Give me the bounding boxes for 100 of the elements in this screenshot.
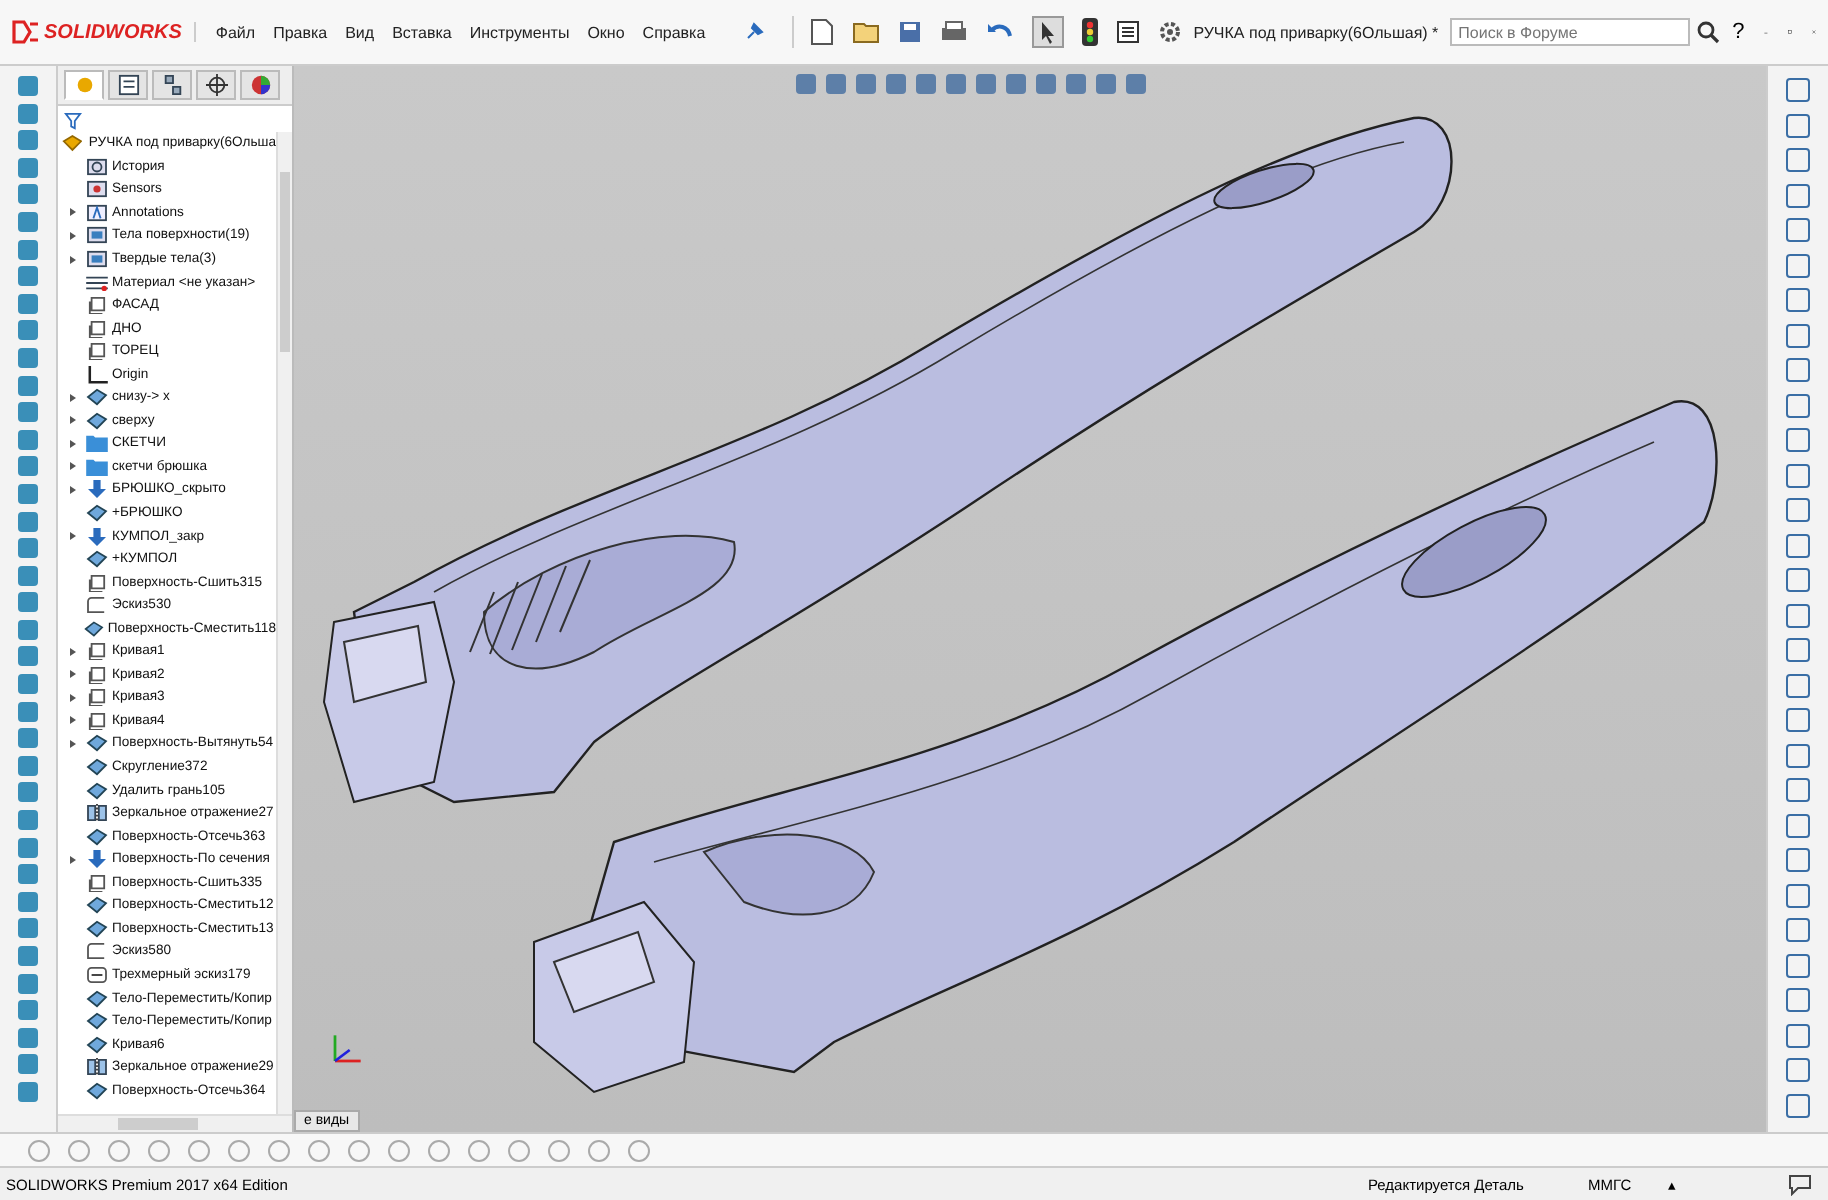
command-icon[interactable] [18,782,38,803]
filter-icon[interactable] [64,112,82,130]
command-icon[interactable] [18,864,38,885]
tool-icon[interactable] [1786,393,1810,417]
menu-item[interactable]: Вид [345,23,375,41]
command-icon[interactable] [18,130,38,151]
expand-arrow-icon[interactable] [69,231,75,240]
command-icon[interactable] [18,293,38,314]
command-icon[interactable] [18,701,38,722]
sketch-tool-icon[interactable] [228,1139,250,1161]
settings-icon[interactable] [1157,20,1182,44]
command-icon[interactable] [18,375,38,396]
chat-icon[interactable] [1788,1172,1812,1196]
file-properties-icon[interactable] [1115,20,1140,44]
tool-icon[interactable] [1786,673,1810,697]
tool-icon[interactable] [1786,1058,1810,1082]
tool-icon[interactable] [1786,568,1810,592]
new-document-icon[interactable] [809,18,834,46]
command-icon[interactable] [18,837,38,858]
print-icon[interactable] [939,20,968,44]
command-icon[interactable] [18,891,38,912]
expand-arrow-icon[interactable] [69,716,75,725]
command-icon[interactable] [18,973,38,994]
tool-icon[interactable] [1786,288,1810,312]
expand-arrow-icon[interactable] [69,855,75,864]
expand-arrow-icon[interactable] [69,416,75,425]
sketch-tool-icon[interactable] [548,1139,570,1161]
tool-icon[interactable] [1786,603,1810,627]
sketch-tool-icon[interactable] [348,1139,370,1161]
command-icon[interactable] [18,76,38,96]
pin-icon[interactable] [743,22,764,42]
command-icon[interactable] [18,538,38,559]
help-button[interactable]: ? [1732,20,1745,44]
command-icon[interactable] [18,184,38,205]
command-icon[interactable] [18,103,38,124]
tool-icon[interactable] [1786,638,1810,662]
tool-icon[interactable] [1786,253,1810,277]
sketch-tool-icon[interactable] [108,1139,130,1161]
command-icon[interactable] [18,755,38,776]
tool-icon[interactable] [1786,778,1810,802]
tool-icon[interactable] [1786,183,1810,207]
menu-item[interactable]: Инструменты [469,23,570,41]
expand-arrow-icon[interactable] [69,208,75,217]
tool-icon[interactable] [1786,708,1810,732]
expand-arrow-icon[interactable] [69,532,75,541]
expand-arrow-icon[interactable] [69,462,75,471]
command-icon[interactable] [18,565,38,586]
sketch-tool-icon[interactable] [428,1139,450,1161]
command-icon[interactable] [18,429,38,450]
expand-arrow-icon[interactable] [69,693,75,702]
tool-icon[interactable] [1786,113,1810,137]
command-icon[interactable] [18,456,38,477]
sketch-tool-icon[interactable] [28,1139,50,1161]
tool-icon[interactable] [1786,533,1810,557]
tool-icon[interactable] [1786,148,1810,172]
command-icon[interactable] [18,646,38,667]
tool-icon[interactable] [1786,743,1810,767]
command-icon[interactable] [18,1000,38,1021]
tool-icon[interactable] [1786,78,1810,102]
panel-tab[interactable] [108,70,148,100]
command-icon[interactable] [18,402,38,423]
tool-icon[interactable] [1786,1023,1810,1047]
sketch-tool-icon[interactable] [468,1139,490,1161]
tool-icon[interactable] [1786,323,1810,347]
sketch-tool-icon[interactable] [508,1139,530,1161]
command-icon[interactable] [18,1081,38,1102]
command-icon[interactable] [18,674,38,695]
command-icon[interactable] [18,946,38,966]
command-icon[interactable] [18,511,38,531]
menu-item[interactable]: Справка [642,23,706,41]
search-icon[interactable] [1696,20,1721,44]
expand-arrow-icon[interactable] [69,393,75,402]
expand-arrow-icon[interactable] [69,647,75,656]
expand-arrow-icon[interactable] [69,439,75,448]
command-icon[interactable] [18,483,38,504]
sketch-tool-icon[interactable] [268,1139,290,1161]
tool-icon[interactable] [1786,428,1810,452]
sketch-tool-icon[interactable] [588,1139,610,1161]
command-icon[interactable] [18,918,38,939]
tool-icon[interactable] [1786,498,1810,522]
save-icon[interactable] [897,20,922,44]
scrollbar[interactable] [276,132,292,1114]
tool-icon[interactable] [1786,883,1810,907]
menu-item[interactable]: Вставка [392,23,452,41]
command-icon[interactable] [18,810,38,831]
tool-icon[interactable] [1786,918,1810,942]
command-icon[interactable] [18,211,38,232]
command-icon[interactable] [18,239,38,260]
sketch-tool-icon[interactable] [388,1139,410,1161]
traffic-light-icon[interactable] [1081,18,1098,46]
command-icon[interactable] [18,347,38,368]
open-folder-icon[interactable] [851,20,880,44]
expand-arrow-icon[interactable] [69,670,75,679]
command-icon[interactable] [18,619,38,640]
horizontal-scrollbar[interactable] [58,1114,292,1132]
tool-icon[interactable] [1786,813,1810,837]
command-icon[interactable] [18,320,38,341]
tool-icon[interactable] [1786,1093,1810,1117]
panel-tab[interactable] [240,70,280,100]
tool-icon[interactable] [1786,218,1810,242]
